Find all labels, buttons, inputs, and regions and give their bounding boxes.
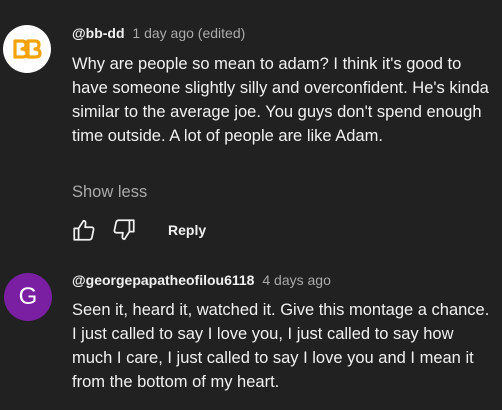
comment-header: @georgepapatheofilou6118 4 days ago: [72, 271, 331, 289]
show-less-button[interactable]: Show less: [72, 180, 147, 204]
comment-timestamp[interactable]: 1 day ago (edited): [132, 25, 245, 41]
comment-item: @bb-dd 1 day ago (edited) Why are people…: [0, 0, 502, 250]
comment-author[interactable]: @georgepapatheofilou6118: [72, 272, 254, 288]
avatar-initial: G: [18, 283, 38, 310]
thumbs-up-icon: [73, 219, 95, 241]
comment-actions: Reply: [70, 216, 206, 244]
comment-author[interactable]: @bb-dd: [72, 25, 125, 41]
comment-text: Why are people so mean to adam? I think …: [72, 55, 489, 145]
comment-timestamp[interactable]: 4 days ago: [262, 272, 331, 288]
avatar[interactable]: [3, 25, 51, 73]
avatar[interactable]: G: [4, 273, 52, 321]
bb-dd-logo-avatar-icon: [13, 39, 42, 59]
comment-item: G @georgepapatheofilou6118 4 days ago Se…: [0, 250, 502, 410]
like-button[interactable]: [70, 216, 98, 244]
comment-header: @bb-dd 1 day ago (edited): [72, 24, 245, 42]
dislike-button[interactable]: [110, 216, 138, 244]
comment-text: Seen it, heard it, watched it. Give this…: [72, 301, 490, 391]
reply-button[interactable]: Reply: [168, 216, 206, 244]
thumbs-down-icon: [113, 219, 135, 241]
